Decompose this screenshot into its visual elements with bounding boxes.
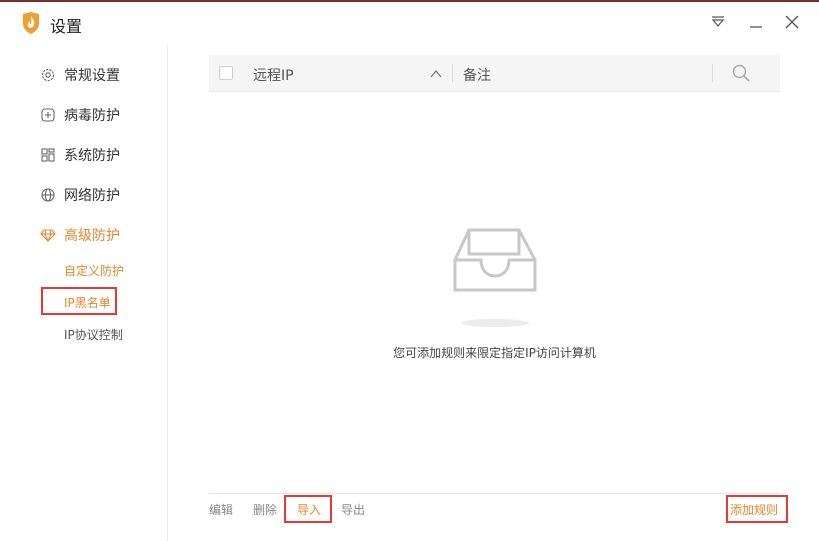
settings-window: 设置 常规设置 病毒防护 系统防护 网络防护 高级防护 自定义防护 IP黑名单 … [0, 0, 819, 541]
gear-icon [40, 67, 56, 83]
sidebar-item-label: 病毒防护 [64, 108, 120, 124]
highlight-box-add-rule [726, 495, 788, 523]
table-header: 远程IP 备注 [209, 55, 780, 92]
delete-button[interactable]: 删除 [253, 501, 277, 518]
column-header-remote-ip[interactable]: 远程IP [253, 65, 294, 85]
globe-icon [40, 187, 56, 203]
empty-inbox-icon [447, 224, 543, 332]
sidebar-item-virus-protection[interactable]: 病毒防护 [40, 104, 120, 126]
highlight-box-import [284, 495, 332, 523]
select-all-checkbox[interactable] [219, 66, 233, 80]
title-bar: 设置 [0, 2, 819, 44]
sidebar-item-label: 高级防护 [64, 228, 120, 244]
close-icon[interactable] [782, 12, 802, 32]
menu-icon[interactable] [708, 12, 728, 32]
empty-state-message: 您可添加规则来限定指定IP访问计算机 [393, 346, 596, 360]
plus-square-icon [40, 107, 56, 123]
sidebar-item-system-protection[interactable]: 系统防护 [40, 144, 120, 166]
diamond-icon [40, 227, 56, 243]
sidebar: 常规设置 病毒防护 系统防护 网络防护 高级防护 自定义防护 IP黑名单 IP协… [0, 44, 168, 541]
sort-ascending-icon[interactable] [429, 66, 443, 80]
highlight-box-ip-blacklist [41, 287, 117, 315]
window-title: 设置 [50, 17, 83, 36]
grid-icon [40, 147, 56, 163]
edit-button[interactable]: 编辑 [209, 501, 233, 518]
sidebar-item-label: 网络防护 [64, 188, 120, 204]
app-logo-icon [20, 11, 42, 35]
sidebar-item-advanced-protection[interactable]: 高级防护 [40, 224, 120, 246]
column-header-remark[interactable]: 备注 [463, 65, 491, 85]
column-divider [452, 64, 453, 82]
minimize-icon[interactable] [746, 12, 766, 32]
export-button[interactable]: 导出 [341, 501, 365, 518]
sidebar-item-general[interactable]: 常规设置 [40, 64, 120, 86]
sub-item-ip-protocol-control[interactable]: IP协议控制 [64, 326, 123, 343]
column-divider [712, 64, 713, 82]
sidebar-item-network-protection[interactable]: 网络防护 [40, 184, 120, 206]
toolbar-divider [209, 493, 780, 494]
sidebar-item-label: 常规设置 [64, 68, 120, 84]
search-icon[interactable] [731, 63, 751, 83]
sub-item-custom-protection[interactable]: 自定义防护 [64, 262, 124, 279]
sidebar-item-label: 系统防护 [64, 148, 120, 164]
